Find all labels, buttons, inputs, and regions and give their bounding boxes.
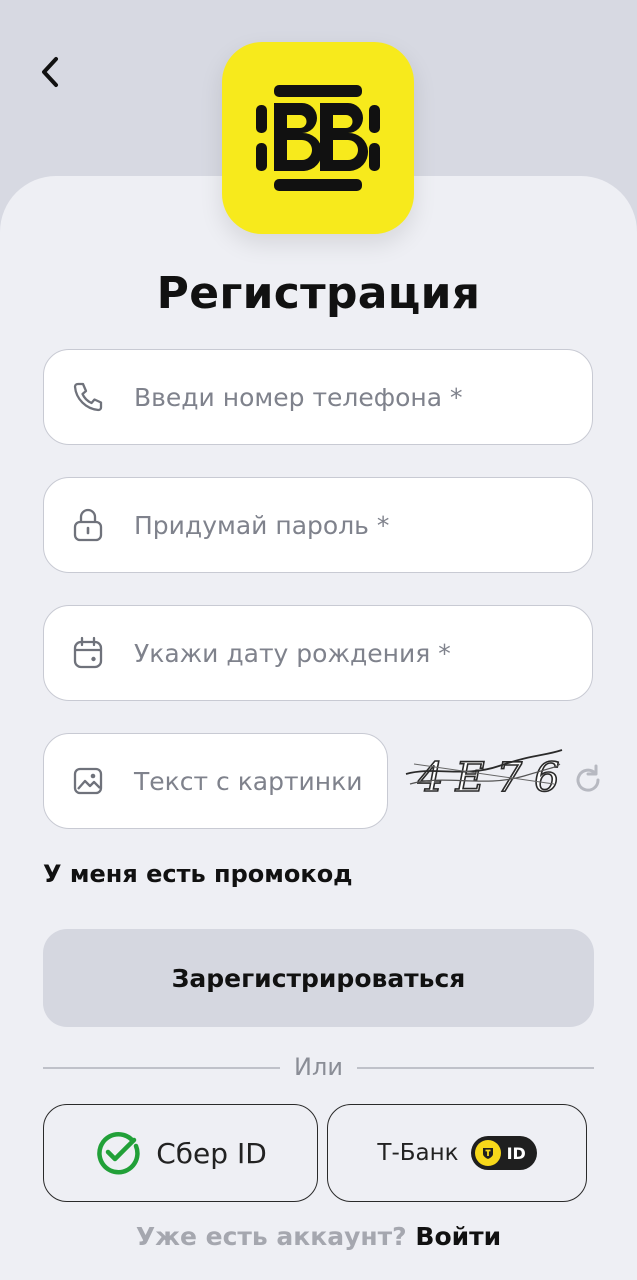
- back-button[interactable]: [30, 52, 70, 92]
- lock-icon: [68, 505, 108, 545]
- promo-code-link[interactable]: У меня есть промокод: [43, 860, 353, 888]
- phone-field[interactable]: Введи номер телефона *: [43, 349, 593, 445]
- captcha-field[interactable]: Текст с картинки: [43, 733, 388, 829]
- captcha-refresh-button[interactable]: [570, 762, 606, 798]
- phone-placeholder: Введи номер телефона *: [134, 382, 463, 412]
- birthdate-placeholder: Укажи дату рождения *: [134, 638, 451, 668]
- captcha-image: 4E76: [405, 749, 564, 802]
- page-title: Регистрация: [156, 268, 481, 319]
- chevron-left-icon: [42, 57, 58, 87]
- calendar-icon: [68, 633, 108, 673]
- password-field[interactable]: Придумай пароль *: [43, 477, 593, 573]
- tbank-id-text: ID: [506, 1143, 526, 1163]
- login-question: Уже есть аккаунт?: [135, 1222, 407, 1251]
- login-link[interactable]: Войти: [415, 1222, 501, 1251]
- password-placeholder: Придумай пароль *: [134, 510, 390, 540]
- divider-right: [357, 1067, 594, 1069]
- tbank-id-badge: ID: [470, 1136, 537, 1170]
- login-prompt: Уже есть аккаунт? Войти: [0, 1222, 637, 1251]
- sber-check-icon: [97, 1132, 140, 1175]
- bb-logo-icon: [256, 85, 380, 191]
- refresh-icon: [576, 764, 600, 792]
- tbank-label: Т-Банк: [377, 1140, 459, 1166]
- captcha-placeholder: Текст с картинки: [134, 766, 363, 796]
- image-icon: [68, 761, 108, 801]
- sber-id-button[interactable]: Сбер ID: [43, 1104, 318, 1202]
- phone-icon: [68, 377, 108, 417]
- captcha-text: 4E76: [417, 755, 564, 801]
- tbank-id-button[interactable]: Т-Банк ID: [327, 1104, 587, 1202]
- app-logo: [222, 42, 414, 234]
- sber-id-label: Сбер ID: [156, 1136, 267, 1170]
- birthdate-field[interactable]: Укажи дату рождения *: [43, 605, 593, 701]
- tbank-shield-icon: [474, 1140, 501, 1166]
- register-button[interactable]: Зарегистрироваться: [43, 929, 594, 1027]
